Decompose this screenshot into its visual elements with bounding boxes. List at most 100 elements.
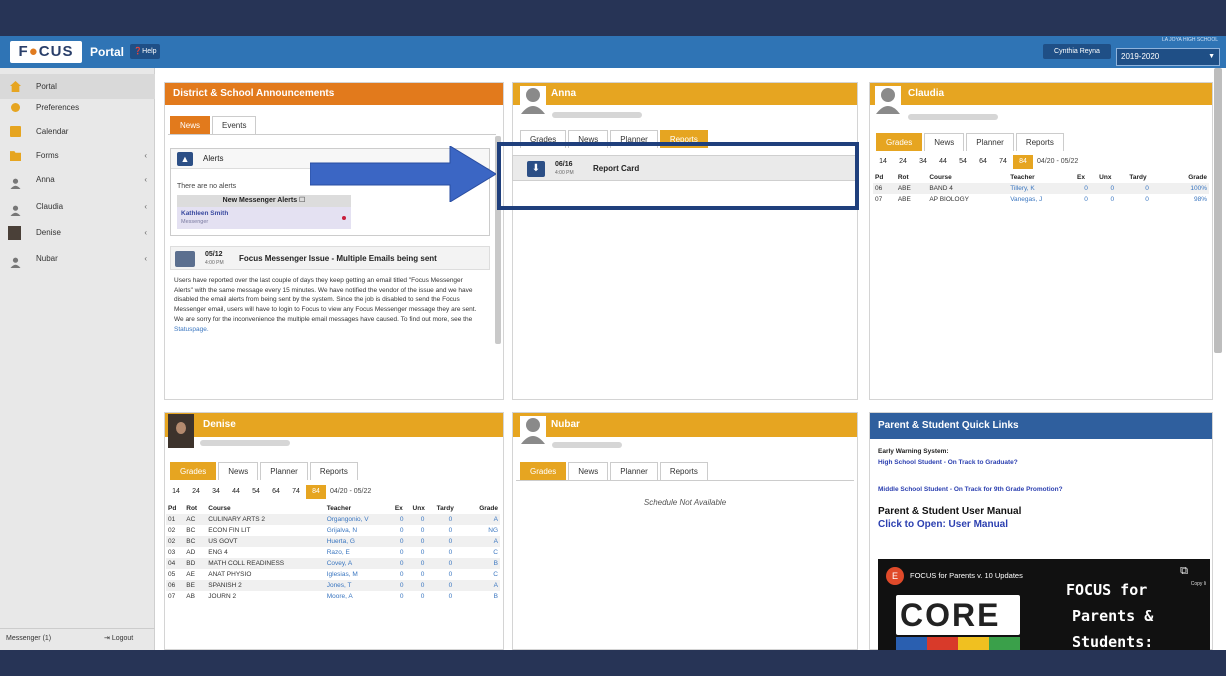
- cell-teacher[interactable]: Organgonio, V: [324, 514, 393, 525]
- quarter-tab[interactable]: 64: [266, 485, 286, 499]
- cell-teacher[interactable]: Moore, A: [325, 591, 393, 602]
- cell-teacher[interactable]: Tillery, K: [1008, 183, 1076, 194]
- tab-reports[interactable]: Reports: [1015, 133, 1064, 151]
- tab-news[interactable]: News: [924, 133, 965, 151]
- quarter-tab-active[interactable]: 84: [306, 485, 326, 499]
- cell-unexcused[interactable]: 0: [411, 569, 435, 580]
- quarter-tab[interactable]: 54: [246, 485, 266, 499]
- cell-excused[interactable]: 0: [392, 580, 411, 591]
- cell-excused[interactable]: 0: [392, 536, 411, 547]
- table-row[interactable]: 07 AB JOURN 2 Moore, A000B: [166, 591, 500, 602]
- cell-grade[interactable]: NG: [466, 525, 500, 536]
- cell-unexcused[interactable]: 0: [410, 514, 435, 525]
- quarter-tab[interactable]: 14: [873, 155, 893, 169]
- sidebar-item-claudia[interactable]: Claudia ‹: [0, 194, 155, 219]
- sidebar-item-denise[interactable]: Denise ‹: [0, 220, 155, 245]
- school-year-select[interactable]: 2019-2020 ▼: [1116, 48, 1220, 66]
- quarter-tab[interactable]: 54: [953, 155, 973, 169]
- news-item-header[interactable]: 05/12 4:00 PM Focus Messenger Issue - Mu…: [170, 246, 490, 270]
- tab-grades[interactable]: Grades: [876, 133, 923, 151]
- copy-link-icon[interactable]: ⧉: [1180, 565, 1188, 578]
- tab-planner[interactable]: Planner: [610, 462, 658, 480]
- cell-teacher[interactable]: Razo, E: [325, 547, 393, 558]
- page-scrollbar[interactable]: [1214, 68, 1222, 353]
- cell-grade[interactable]: A: [466, 536, 500, 547]
- tab-grades[interactable]: Grades: [520, 462, 567, 480]
- cell-tardy[interactable]: 0: [435, 591, 466, 602]
- quarter-tab[interactable]: 74: [993, 155, 1013, 169]
- table-row[interactable]: 02 BC US GOVT Huerta, G000A: [166, 536, 500, 547]
- cell-unexcused[interactable]: 0: [410, 558, 435, 569]
- cell-teacher[interactable]: Iglesias, M: [325, 569, 393, 580]
- quarter-tab[interactable]: 44: [226, 485, 246, 499]
- quarter-tab[interactable]: 64: [973, 155, 993, 169]
- cell-tardy[interactable]: 0: [1127, 194, 1166, 205]
- channel-avatar[interactable]: E: [886, 567, 904, 585]
- table-row[interactable]: 07 ABE AP BIOLOGY Vanegas, J 0 0 0 98%: [873, 194, 1209, 205]
- cell-tardy[interactable]: 0: [1127, 183, 1167, 194]
- high-school-link[interactable]: High School Student - On Track to Gradua…: [878, 459, 1018, 466]
- cell-grade[interactable]: C: [466, 569, 500, 580]
- cell-excused[interactable]: 0: [393, 525, 411, 536]
- table-row[interactable]: 06 BE SPANISH 2 Jones, T000A: [166, 580, 500, 591]
- cell-tardy[interactable]: 0: [434, 558, 467, 569]
- video-title[interactable]: FOCUS for Parents v. 10 Updates: [910, 571, 1023, 580]
- video-embed[interactable]: E FOCUS for Parents v. 10 Updates ⧉ Copy…: [878, 559, 1210, 651]
- quarter-tab[interactable]: 14: [166, 485, 186, 499]
- tab-news[interactable]: News: [568, 462, 609, 480]
- cell-excused[interactable]: 0: [393, 591, 411, 602]
- cell-excused[interactable]: 0: [1075, 194, 1097, 205]
- table-row[interactable]: 04 BD MATH COLL READINESS Covey, A000B: [166, 558, 500, 569]
- tab-planner[interactable]: Planner: [966, 133, 1014, 151]
- cell-excused[interactable]: 0: [393, 547, 411, 558]
- cell-tardy[interactable]: 0: [435, 525, 466, 536]
- cell-tardy[interactable]: 0: [434, 580, 467, 591]
- tab-planner[interactable]: Planner: [260, 462, 308, 480]
- tab-grades[interactable]: Grades: [170, 462, 217, 480]
- sidebar-item-calendar[interactable]: Calendar: [0, 119, 155, 144]
- cell-teacher[interactable]: Huerta, G: [324, 536, 393, 547]
- table-row[interactable]: 03 AD ENG 4 Razo, E000C: [166, 547, 500, 558]
- sidebar-item-nubar[interactable]: Nubar ‹: [0, 246, 155, 271]
- sidebar-item-forms[interactable]: Forms ‹: [0, 143, 155, 168]
- quarter-tab[interactable]: 34: [206, 485, 226, 499]
- quarter-tab[interactable]: 74: [286, 485, 306, 499]
- tab-news[interactable]: News: [218, 462, 259, 480]
- cell-teacher[interactable]: Jones, T: [324, 580, 393, 591]
- quarter-tab[interactable]: 24: [186, 485, 206, 499]
- help-button[interactable]: ❓Help: [130, 44, 160, 59]
- cell-unexcused[interactable]: 0: [1097, 194, 1127, 205]
- cell-grade[interactable]: C: [466, 547, 500, 558]
- tab-news[interactable]: News: [170, 116, 211, 134]
- user-menu-button[interactable]: Cynthia Reyna: [1043, 44, 1111, 59]
- cell-teacher[interactable]: Covey, A: [324, 558, 393, 569]
- cell-unexcused[interactable]: 0: [411, 525, 435, 536]
- cell-excused[interactable]: 0: [1075, 183, 1098, 194]
- cell-excused[interactable]: 0: [392, 514, 411, 525]
- cell-tardy[interactable]: 0: [434, 514, 467, 525]
- quarter-tab[interactable]: 24: [893, 155, 913, 169]
- cell-grade[interactable]: A: [466, 514, 500, 525]
- tab-reports[interactable]: Reports: [309, 462, 358, 480]
- quarter-tab-active[interactable]: 84: [1013, 155, 1033, 169]
- cell-tardy[interactable]: 0: [435, 569, 466, 580]
- cell-teacher[interactable]: Grijalva, N: [325, 525, 393, 536]
- user-manual-link[interactable]: Click to Open: User Manual: [878, 519, 1008, 530]
- sidebar-item-preferences[interactable]: Preferences: [0, 95, 155, 120]
- focus-logo[interactable]: F●CUS: [10, 41, 82, 63]
- table-row[interactable]: 05 AE ANAT PHYSIO Iglesias, M000C: [166, 569, 500, 580]
- cell-unexcused[interactable]: 0: [1097, 183, 1128, 194]
- cell-grade[interactable]: B: [466, 591, 500, 602]
- cell-tardy[interactable]: 0: [435, 547, 466, 558]
- quarter-tab[interactable]: 44: [933, 155, 953, 169]
- cell-unexcused[interactable]: 0: [411, 591, 435, 602]
- cell-unexcused[interactable]: 0: [410, 580, 435, 591]
- logout-link[interactable]: ⇥ Logout: [104, 629, 133, 649]
- cell-excused[interactable]: 0: [393, 569, 411, 580]
- cell-excused[interactable]: 0: [392, 558, 411, 569]
- messenger-alert-item[interactable]: Kathleen Smith Messenger: [177, 207, 351, 229]
- cell-grade[interactable]: 100%: [1166, 183, 1209, 194]
- table-row[interactable]: 06 ABE BAND 4 Tillery, K 0 0 0 100%: [873, 183, 1209, 194]
- cell-grade[interactable]: A: [466, 580, 500, 591]
- school-name[interactable]: LA JOYA HIGH SCHOOL: [1118, 37, 1218, 45]
